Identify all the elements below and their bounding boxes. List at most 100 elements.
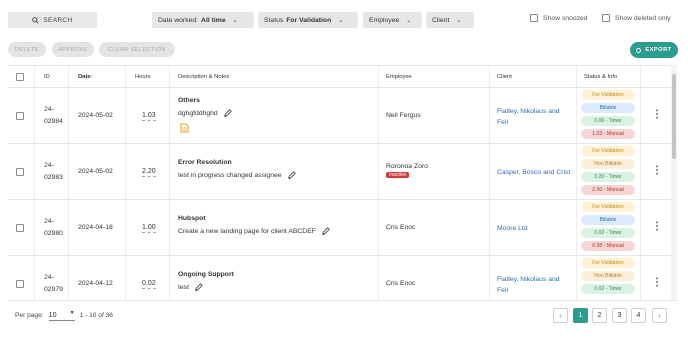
per-page-select[interactable]: 10 ▼ — [48, 310, 75, 321]
row-menu-icon[interactable]: ⋮ — [652, 109, 662, 120]
search-icon — [32, 16, 39, 24]
entry-client[interactable]: Moore Ltd — [497, 223, 528, 234]
entry-client[interactable]: Flatley, Nikolaus and Feil — [497, 274, 560, 296]
status-badge: For Validation — [581, 202, 635, 212]
header-date[interactable]: Date↑ — [78, 74, 93, 80]
manual-badge: 1.03 - Manual — [581, 129, 635, 139]
per-page-control: Per page: 10 ▼ 1 - 10 of 36 — [15, 310, 113, 321]
entry-description: test — [178, 283, 203, 291]
status-pills: For Validation Billable 0.02 - Timer 0.9… — [581, 202, 635, 251]
entry-client[interactable]: Flatley, Nikolaus and Feil — [497, 106, 560, 128]
row-menu-icon[interactable]: ⋮ — [652, 165, 662, 176]
entry-id-prefix: 24- — [44, 274, 54, 281]
pencil-icon[interactable] — [322, 227, 330, 235]
header-description[interactable]: Description & Notes — [178, 74, 229, 80]
show-snoozed-option[interactable]: Show snoozed — [530, 14, 588, 22]
table-row[interactable]: 24- 02983 2024-05-02 2.20 Error Resolutio… — [8, 144, 678, 200]
chevron-down-icon: ⌄ — [338, 17, 344, 24]
status-pills: For Validation Billable 0.00 - Timer 1.0… — [581, 90, 635, 139]
show-snoozed-checkbox[interactable] — [530, 14, 538, 22]
billing-badge: Billable — [581, 215, 635, 225]
approve-label: APPROVE — [58, 46, 88, 53]
client-name-line: Flatley, Nikolaus and — [497, 276, 560, 283]
status-badge: For Validation — [581, 146, 635, 156]
note-icon[interactable] — [180, 123, 189, 135]
entry-id: 24- 02979 — [44, 272, 63, 296]
filter-employee[interactable]: Employee ⌄ — [363, 12, 422, 28]
timer-badge: 0.02 - Timer — [581, 228, 635, 238]
export-button[interactable]: EXPORT — [630, 42, 678, 58]
approve-button[interactable]: APPROVE — [52, 42, 94, 57]
chevron-down-icon: ⌄ — [406, 17, 412, 24]
filter-client[interactable]: Client ⌄ — [426, 12, 474, 28]
clear-selection-label: CLEAR SELECTION — [108, 46, 166, 53]
timer-badge: 0.02 - Timer — [581, 284, 635, 294]
entry-employee: Cris Enoc — [386, 280, 416, 287]
status-pills: For Validation Non Billable 0.02 - Timer — [581, 258, 635, 300]
page-button-3[interactable]: 3 — [612, 308, 627, 323]
entry-hours[interactable]: 0.02 — [142, 280, 156, 289]
show-deleted-option[interactable]: Show deleted only — [602, 14, 671, 22]
entry-hours[interactable]: 2.20 — [142, 168, 156, 177]
next-page-button[interactable]: › — [652, 308, 667, 323]
sort-arrow-icon: ↑ — [90, 74, 94, 80]
filter-value: All time — [201, 16, 226, 24]
page-button-1[interactable]: 1 — [573, 308, 588, 323]
row-checkbox[interactable] — [16, 112, 24, 120]
entry-description-text: test in progress changed assignee — [178, 171, 282, 179]
header-id[interactable]: ID — [44, 74, 50, 80]
filter-label: Status — [264, 16, 284, 24]
status-badge: For Validation — [581, 258, 635, 268]
pencil-icon[interactable] — [287, 171, 296, 179]
header-hours[interactable]: Hours — [135, 74, 150, 80]
page-button-2[interactable]: 2 — [592, 308, 607, 323]
entry-title: Ongoing Support — [178, 271, 234, 278]
per-page-value: 10 — [48, 310, 57, 319]
delete-button[interactable]: DELETE — [8, 42, 46, 57]
client-name-line: Casper, Bosco and Crist — [497, 169, 571, 176]
prev-page-button[interactable]: ‹ — [553, 308, 568, 323]
table-row[interactable]: 24- 02979 2024-04-12 0.02 Ongoing Support… — [8, 256, 678, 300]
pencil-icon[interactable] — [195, 283, 203, 291]
filter-date-worked[interactable]: Date worked: All time ⌄ — [152, 12, 254, 28]
filter-label: Employee — [369, 16, 400, 24]
entry-hours[interactable]: 1.00 — [142, 224, 156, 233]
filter-label: Client — [432, 16, 450, 24]
manual-badge: 0.98 - Manual — [581, 241, 635, 251]
export-label: EXPORT — [645, 47, 672, 53]
client-name-line: Flatley, Nikolaus and — [497, 108, 560, 115]
search-button[interactable]: SEARCH — [8, 12, 97, 28]
entry-description-text: Create a new landing page for client ABC… — [178, 227, 316, 235]
entry-client[interactable]: Casper, Bosco and Crist — [497, 167, 570, 178]
filter-value: For Validation — [286, 16, 332, 24]
header-status[interactable]: Status & Info — [584, 74, 617, 80]
select-all-checkbox[interactable] — [16, 73, 24, 81]
caret-down-icon: ▼ — [69, 310, 75, 316]
entry-id-prefix: 24- — [44, 218, 54, 225]
table-row[interactable]: 24- 02984 2024-05-02 1.03 Others dghgfddh… — [8, 88, 678, 144]
row-checkbox[interactable] — [16, 224, 24, 232]
pencil-icon[interactable] — [223, 109, 232, 117]
filter-status[interactable]: Status For Validation ⌄ — [258, 12, 358, 28]
entry-description-text: test — [178, 283, 189, 291]
scrollbar-thumb[interactable] — [672, 74, 676, 159]
show-deleted-label: Show deleted only — [615, 14, 671, 22]
row-checkbox[interactable] — [16, 280, 24, 288]
header-employee[interactable]: Employee — [386, 74, 412, 80]
entry-hours[interactable]: 1.03 — [142, 112, 156, 121]
header-date-label: Date — [78, 74, 91, 80]
client-name-line: Moore Ltd — [497, 225, 528, 232]
clear-selection-button[interactable]: CLEAR SELECTION — [99, 42, 175, 57]
table-row[interactable]: 24- 02980 2024-04-18 1.00 Hubspot Create … — [8, 200, 678, 256]
entry-date: 2024-04-18 — [78, 224, 113, 231]
row-checkbox[interactable] — [16, 168, 24, 176]
entry-title: Error Resolution — [178, 159, 232, 166]
page-button-4[interactable]: 4 — [631, 308, 646, 323]
row-menu-icon[interactable]: ⋮ — [652, 277, 662, 288]
entry-date: 2024-05-02 — [78, 168, 113, 175]
entry-description: dghgfddhghd — [178, 109, 232, 117]
header-client[interactable]: Client — [497, 74, 512, 80]
employee-name: Roronoa Zoro — [386, 163, 428, 170]
row-menu-icon[interactable]: ⋮ — [652, 221, 662, 232]
show-deleted-checkbox[interactable] — [602, 14, 610, 22]
